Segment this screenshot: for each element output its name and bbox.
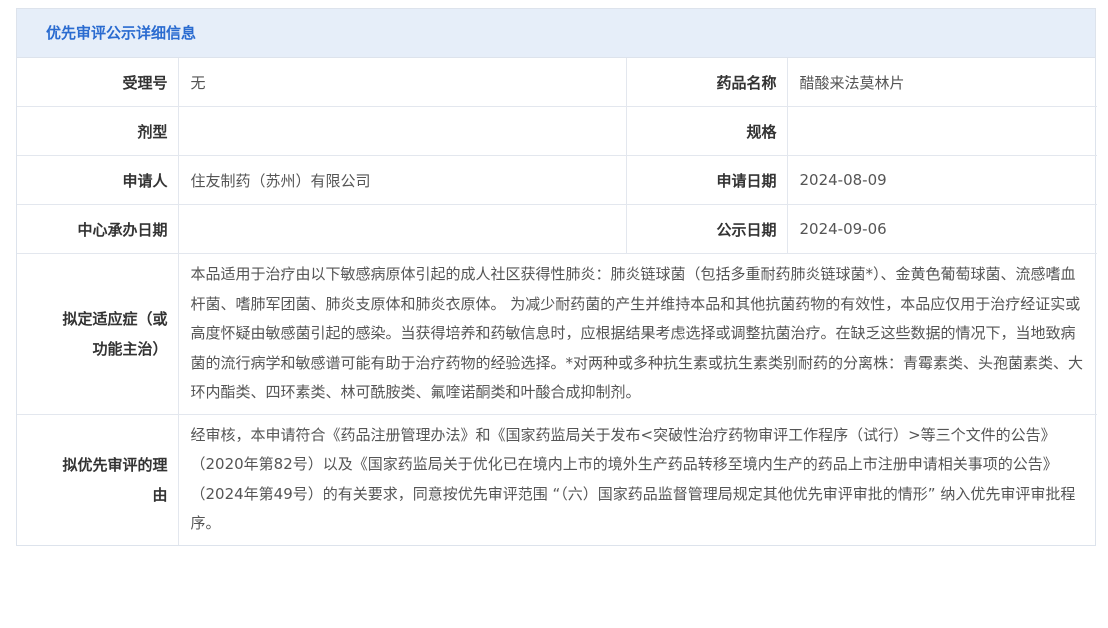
indication-text: 本品适用于治疗由以下敏感病原体引起的成人社区获得性肺炎：肺炎链球菌（包括多重耐药… [177,253,1097,415]
table-row: 拟优先审评的理 由 经审核，本申请符合《药品注册管理办法》和《国家药监局关于发布… [17,413,1097,545]
table-row: 受理号 无 药品名称 醋酸来法莫林片 [17,58,1097,107]
applicant-label: 申请人 [17,155,179,205]
publication-date-value: 2024-09-06 [786,204,1097,254]
dosage-form-value [177,106,627,156]
indication-label-line2: 功能主治） [92,339,168,358]
table-row: 拟定适应症（或 功能主治） 本品适用于治疗由以下敏感病原体引起的成人社区获得性肺… [17,253,1097,415]
center-date-label: 中心承办日期 [17,204,179,254]
reason-label-line2: 由 [152,485,168,504]
acceptance-no-label: 受理号 [17,58,179,107]
specification-value [786,106,1097,156]
indication-label: 拟定适应症（或 功能主治） [17,253,179,415]
drug-name-value: 醋酸来法莫林片 [786,58,1097,107]
table-row: 剂型 规格 [17,106,1097,156]
indication-label-line1: 拟定适应症（或 [62,309,168,328]
table-row: 中心承办日期 公示日期 2024-09-06 [17,204,1097,254]
acceptance-no-value: 无 [177,58,627,107]
reason-label-line1: 拟优先审评的理 [62,455,168,474]
reason-text: 经审核，本申请符合《药品注册管理办法》和《国家药监局关于发布<突破性治疗药物审评… [177,413,1097,545]
detail-table: 受理号 无 药品名称 醋酸来法莫林片 剂型 规格 申请人 住友制药（苏州）有限公… [17,58,1097,545]
application-date-value: 2024-08-09 [786,155,1097,205]
reason-label: 拟优先审评的理 由 [17,413,179,545]
center-date-value [177,204,627,254]
application-date-label: 申请日期 [625,155,788,205]
specification-label: 规格 [625,106,788,156]
panel-title: 优先审评公示详细信息 [17,9,1095,58]
drug-name-label: 药品名称 [625,58,788,107]
publication-date-label: 公示日期 [625,204,788,254]
applicant-value: 住友制药（苏州）有限公司 [177,155,627,205]
priority-review-detail-panel: 优先审评公示详细信息 受理号 无 药品名称 醋酸来法莫林片 剂型 规格 申请人 … [16,8,1097,546]
table-row: 申请人 住友制药（苏州）有限公司 申请日期 2024-08-09 [17,155,1097,205]
dosage-form-label: 剂型 [17,106,179,156]
